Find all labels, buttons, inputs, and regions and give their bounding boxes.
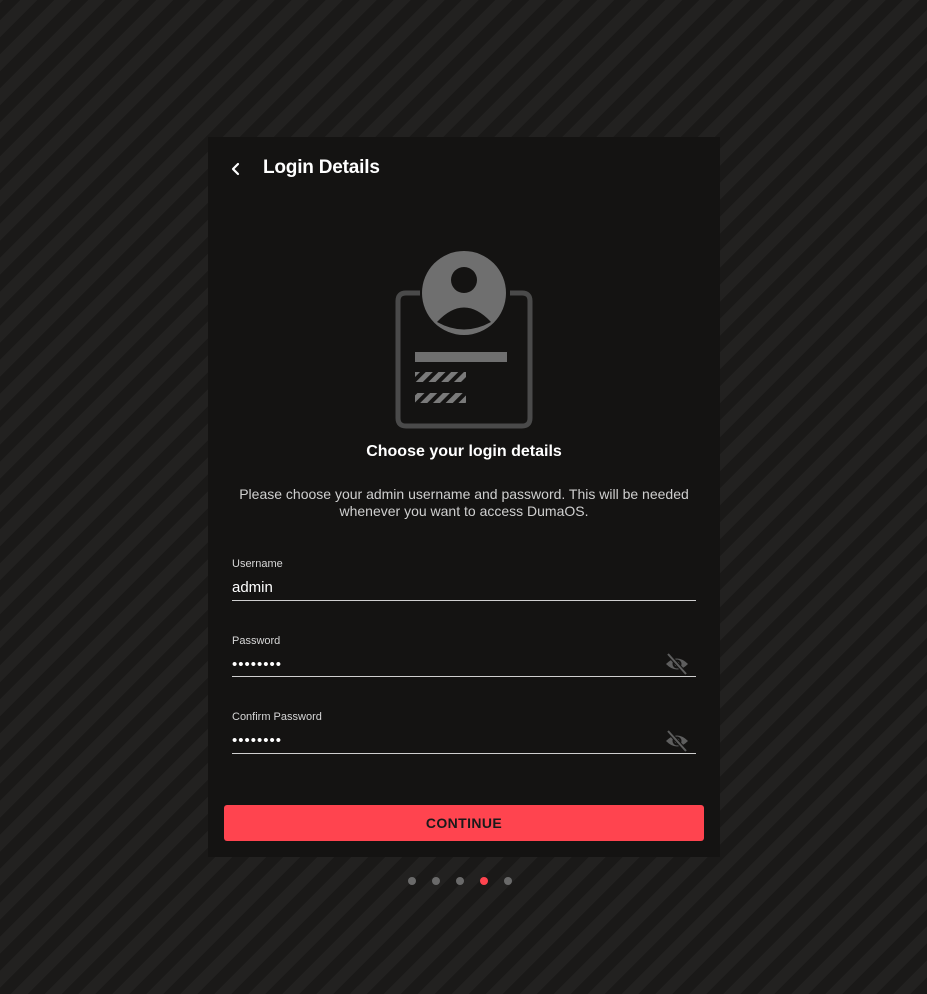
username-label: Username xyxy=(232,558,283,570)
confirm-password-label: Confirm Password xyxy=(232,711,322,723)
password-underline xyxy=(232,676,696,677)
username-field: Username xyxy=(232,557,696,601)
page-title: Login Details xyxy=(263,157,380,178)
chevron-left-icon xyxy=(231,162,240,176)
username-underline xyxy=(232,600,696,601)
confirm-password-field: Confirm Password xyxy=(232,710,696,754)
step-indicator xyxy=(408,877,512,885)
username-input[interactable] xyxy=(232,578,662,598)
confirm-password-input[interactable] xyxy=(232,731,662,751)
user-badge-icon xyxy=(395,251,533,429)
step-dot-5[interactable] xyxy=(504,877,512,885)
step-dot-3[interactable] xyxy=(456,877,464,885)
eye-off-icon[interactable] xyxy=(664,652,690,676)
step-dot-4[interactable] xyxy=(480,877,488,885)
section-description: Please choose your admin username and pa… xyxy=(239,486,689,519)
continue-button[interactable]: CONTINUE xyxy=(224,805,704,841)
step-dot-2[interactable] xyxy=(432,877,440,885)
step-dot-1[interactable] xyxy=(408,877,416,885)
section-subtitle: Choose your login details xyxy=(366,443,562,460)
eye-off-icon[interactable] xyxy=(664,729,690,753)
back-button[interactable] xyxy=(222,156,250,182)
password-input[interactable] xyxy=(232,655,662,675)
confirm-password-underline xyxy=(232,753,696,754)
password-field: Password xyxy=(232,634,696,678)
password-label: Password xyxy=(232,635,281,647)
